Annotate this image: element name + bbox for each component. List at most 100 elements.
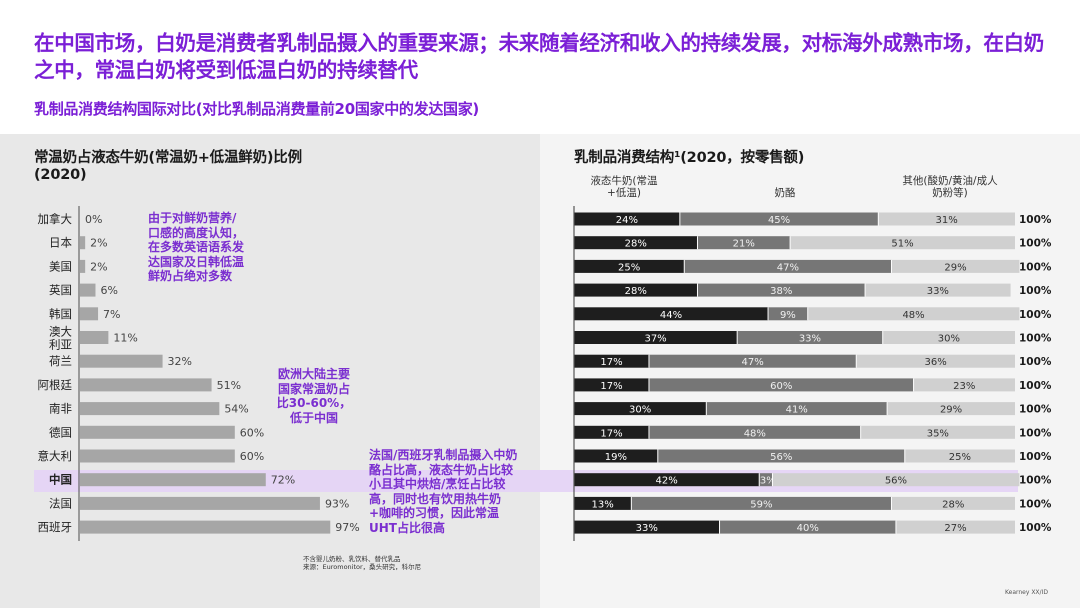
stacked-value-label: 45% [768, 215, 790, 226]
stacked-value-label: 28% [942, 499, 964, 510]
left-value-label: 32% [168, 355, 192, 368]
stacked-value-label: 37% [644, 334, 666, 345]
stacked-value-label: 44% [660, 310, 682, 321]
stacked-value-label: 33% [636, 523, 658, 534]
stacked-value-label: 36% [925, 357, 947, 368]
left-bar [80, 496, 320, 510]
total-label: 100% [1019, 356, 1052, 368]
stacked-value-label: 40% [797, 523, 819, 534]
left-bar [80, 259, 86, 273]
stacked-value-label: 35% [927, 428, 949, 439]
left-bar [80, 402, 220, 416]
stacked-value-label: 19% [605, 452, 627, 463]
left-value-label: 54% [224, 403, 248, 416]
left-bar [80, 449, 235, 463]
stacked-value-label: 38% [770, 286, 792, 297]
left-bar [80, 307, 99, 321]
left-bar [80, 331, 109, 344]
left-category-label: 韩国 [49, 307, 72, 321]
left-value-label: 2% [90, 260, 107, 273]
charts-canvas: 加拿大 0% 日本 2% 美国 2% 英国 6% 韩国 7% 澳大利亚 11% 荷兰 32% 阿根廷 51% 南… [38, 206, 1052, 541]
stacked-value-label: 60% [770, 381, 792, 392]
left-value-label: 6% [100, 284, 117, 297]
total-label: 100% [1019, 451, 1052, 463]
left-value-label: 0% [85, 213, 102, 226]
left-category-label: 法国 [49, 496, 72, 510]
total-label: 100% [1019, 427, 1052, 439]
left-bar [80, 520, 331, 534]
left-bar [80, 236, 86, 250]
left-value-label: 93% [325, 497, 349, 510]
stacked-value-label: 59% [750, 499, 772, 510]
stacked-value-label: 42% [655, 476, 677, 487]
left-category-label: 荷兰 [49, 354, 72, 368]
stacked-value-label: 56% [885, 476, 907, 487]
stacked-value-label: 28% [625, 286, 647, 297]
footnote-scope: 不含婴儿奶粉、乳饮料、替代乳品 [303, 555, 401, 563]
left-value-label: 11% [113, 332, 137, 345]
left-value-label: 72% [271, 474, 295, 487]
stacked-value-label: 56% [770, 452, 792, 463]
left-bar [80, 378, 212, 392]
stacked-value-label: 48% [902, 310, 924, 321]
total-label: 100% [1019, 214, 1052, 226]
footnote: 不含婴儿奶粉、乳饮料、替代乳品 来源：Euromonitor，桑头研究，科尔尼 [303, 555, 421, 571]
annotation-europe: 欧洲大陆主要国家常温奶占比30-60%，低于中国 [276, 367, 352, 425]
stacked-value-label: 29% [944, 262, 966, 273]
stacked-value-label: 51% [891, 239, 913, 250]
stacked-value-label: 30% [629, 405, 651, 416]
left-category-label: 加拿大 [38, 212, 73, 226]
stacked-value-label: 33% [799, 334, 821, 345]
slide: 在中国市场，白奶是消费者乳制品摄入的重要来源；未来随着经济和收入的持续发展，对标… [0, 0, 1080, 608]
stacked-value-label: 9% [780, 310, 796, 321]
stacked-value-label: 25% [618, 262, 640, 273]
left-category-label: 德国 [49, 425, 72, 439]
footnote-source: 来源：Euromonitor，桑头研究，科尔尼 [303, 563, 422, 571]
total-label: 100% [1019, 238, 1052, 250]
left-category-label: 中国 [49, 473, 72, 487]
stacked-value-label: 23% [953, 381, 975, 392]
left-bar [80, 283, 96, 297]
stacked-value-label: 48% [744, 428, 766, 439]
total-label: 100% [1019, 475, 1052, 487]
total-label: 100% [1019, 380, 1052, 392]
total-label: 100% [1019, 404, 1052, 416]
left-bar [80, 354, 163, 368]
stacked-value-label: 13% [592, 499, 614, 510]
brand-mark: Kearney XX/ID [1005, 589, 1048, 596]
stacked-value-label: 33% [927, 286, 949, 297]
total-label: 100% [1019, 333, 1052, 345]
left-value-label: 2% [90, 237, 107, 250]
left-category-label: 美国 [49, 259, 72, 273]
left-category-label: 澳大 [49, 325, 72, 339]
stacked-value-label: 21% [733, 239, 755, 250]
total-label: 100% [1019, 498, 1052, 510]
left-category-label: 西班牙 [38, 520, 73, 534]
left-bar [80, 473, 266, 487]
total-label: 100% [1019, 309, 1052, 321]
stacked-value-label: 29% [940, 405, 962, 416]
left-value-label: 60% [240, 426, 264, 439]
left-category-label: 利亚 [49, 338, 72, 352]
annotation-france-spain: 法国/西班牙乳制品摄入中奶酪占比高，液态牛奶占比较小且其中烘焙/烹饪占比较高，同… [369, 448, 518, 535]
stacked-value-label: 24% [616, 215, 638, 226]
total-label: 100% [1019, 285, 1052, 297]
stacked-value-label: 47% [741, 357, 763, 368]
stacked-value-label: 17% [600, 357, 622, 368]
total-label: 100% [1019, 261, 1052, 273]
stacked-value-label: 28% [625, 239, 647, 250]
left-value-label: 60% [240, 450, 264, 463]
left-value-label: 51% [217, 379, 241, 392]
stacked-value-label: 25% [949, 452, 971, 463]
annotation-english-speaking: 由于对鲜奶营养/口感的高度认知，在多数英语语系发达国家及日韩低温鲜奶占绝对多数 [148, 211, 245, 283]
total-label: 100% [1019, 522, 1052, 534]
left-bar [80, 425, 235, 439]
stacked-value-label: 30% [938, 334, 960, 345]
left-category-label: 日本 [49, 236, 72, 250]
left-value-label: 7% [103, 308, 120, 321]
stacked-value-label: 17% [600, 428, 622, 439]
left-category-label: 意大利 [38, 449, 73, 463]
stacked-value-label: 17% [600, 381, 622, 392]
left-category-label: 南非 [49, 402, 72, 416]
stacked-value-label: 41% [786, 405, 808, 416]
